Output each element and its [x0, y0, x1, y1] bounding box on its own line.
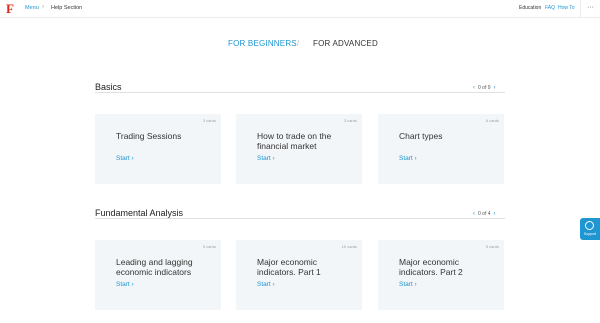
section-title-fundamental-analysis: Fundamental Analysis	[95, 208, 184, 218]
card-major-indicators-part-1[interactable]: 10 cards Major economic indicators. Part…	[236, 240, 362, 310]
tab-for-beginners[interactable]: FOR BEGINNERS	[228, 39, 297, 48]
card-leading-lagging-indicators[interactable]: 5 cards Leading and lagging economic ind…	[95, 240, 221, 310]
section-divider	[95, 218, 505, 219]
card-count: 10 cards	[341, 244, 357, 249]
card-title: Major economic indicators. Part 1	[257, 257, 321, 277]
tab-for-advanced[interactable]: FOR ADVANCED	[313, 39, 378, 48]
pager-status: 0 of 4	[478, 211, 491, 217]
card-count: 3 cards	[202, 118, 216, 123]
top-navigation-bar: F Menu › Help Section Education FAQ How …	[0, 0, 600, 18]
how-to-link[interactable]: How To	[558, 5, 575, 11]
card-title: Leading and lagging economic indicators	[116, 257, 193, 277]
pager-next-button[interactable]: ›	[494, 211, 496, 217]
card-count: 5 cards	[202, 244, 216, 249]
section-pager: ‹ 0 of 4 ›	[473, 211, 496, 217]
pager-prev-button[interactable]: ‹	[473, 211, 475, 217]
education-link[interactable]: Education	[519, 5, 541, 11]
card-start-link[interactable]: Start ›	[116, 281, 134, 288]
support-button[interactable]: Support	[580, 218, 600, 240]
tab-separator: /	[297, 39, 300, 48]
section-divider	[95, 92, 505, 93]
card-count: 6 cards	[485, 118, 499, 123]
card-start-link[interactable]: Start ›	[257, 281, 275, 288]
card-chart-types[interactable]: 6 cards Chart types Start ›	[378, 114, 504, 184]
section-pager: ‹ 0 of 9 ›	[473, 85, 496, 91]
card-title: How to trade on the financial market	[257, 131, 332, 151]
breadcrumb-separator: ›	[42, 4, 44, 10]
support-icon	[585, 221, 594, 230]
card-start-link[interactable]: Start ›	[399, 281, 417, 288]
support-label: Support	[583, 232, 597, 236]
faq-link[interactable]: FAQ	[545, 5, 555, 11]
brand-logo[interactable]: F	[6, 2, 14, 15]
card-title: Chart types	[399, 131, 443, 141]
breadcrumb-menu-link[interactable]: Menu	[25, 5, 39, 11]
breadcrumb-current: Help Section	[51, 5, 83, 11]
pager-status: 0 of 9	[478, 85, 491, 91]
card-start-link[interactable]: Start ›	[257, 155, 275, 162]
card-title: Major economic indicators. Part 2	[399, 257, 463, 277]
card-title: Trading Sessions	[116, 131, 182, 141]
section-title-basics: Basics	[95, 82, 122, 92]
pager-prev-button[interactable]: ‹	[473, 85, 475, 91]
card-count: 3 cards	[343, 118, 357, 123]
card-how-to-trade[interactable]: 3 cards How to trade on the financial ma…	[236, 114, 362, 184]
card-count: 5 cards	[485, 244, 499, 249]
card-start-link[interactable]: Start ›	[116, 155, 134, 162]
pager-next-button[interactable]: ›	[494, 85, 496, 91]
more-menu-button[interactable]: ···	[580, 0, 600, 18]
card-major-indicators-part-2[interactable]: 5 cards Major economic indicators. Part …	[378, 240, 504, 310]
card-start-link[interactable]: Start ›	[399, 155, 417, 162]
card-trading-sessions[interactable]: 3 cards Trading Sessions Start ›	[95, 114, 221, 184]
